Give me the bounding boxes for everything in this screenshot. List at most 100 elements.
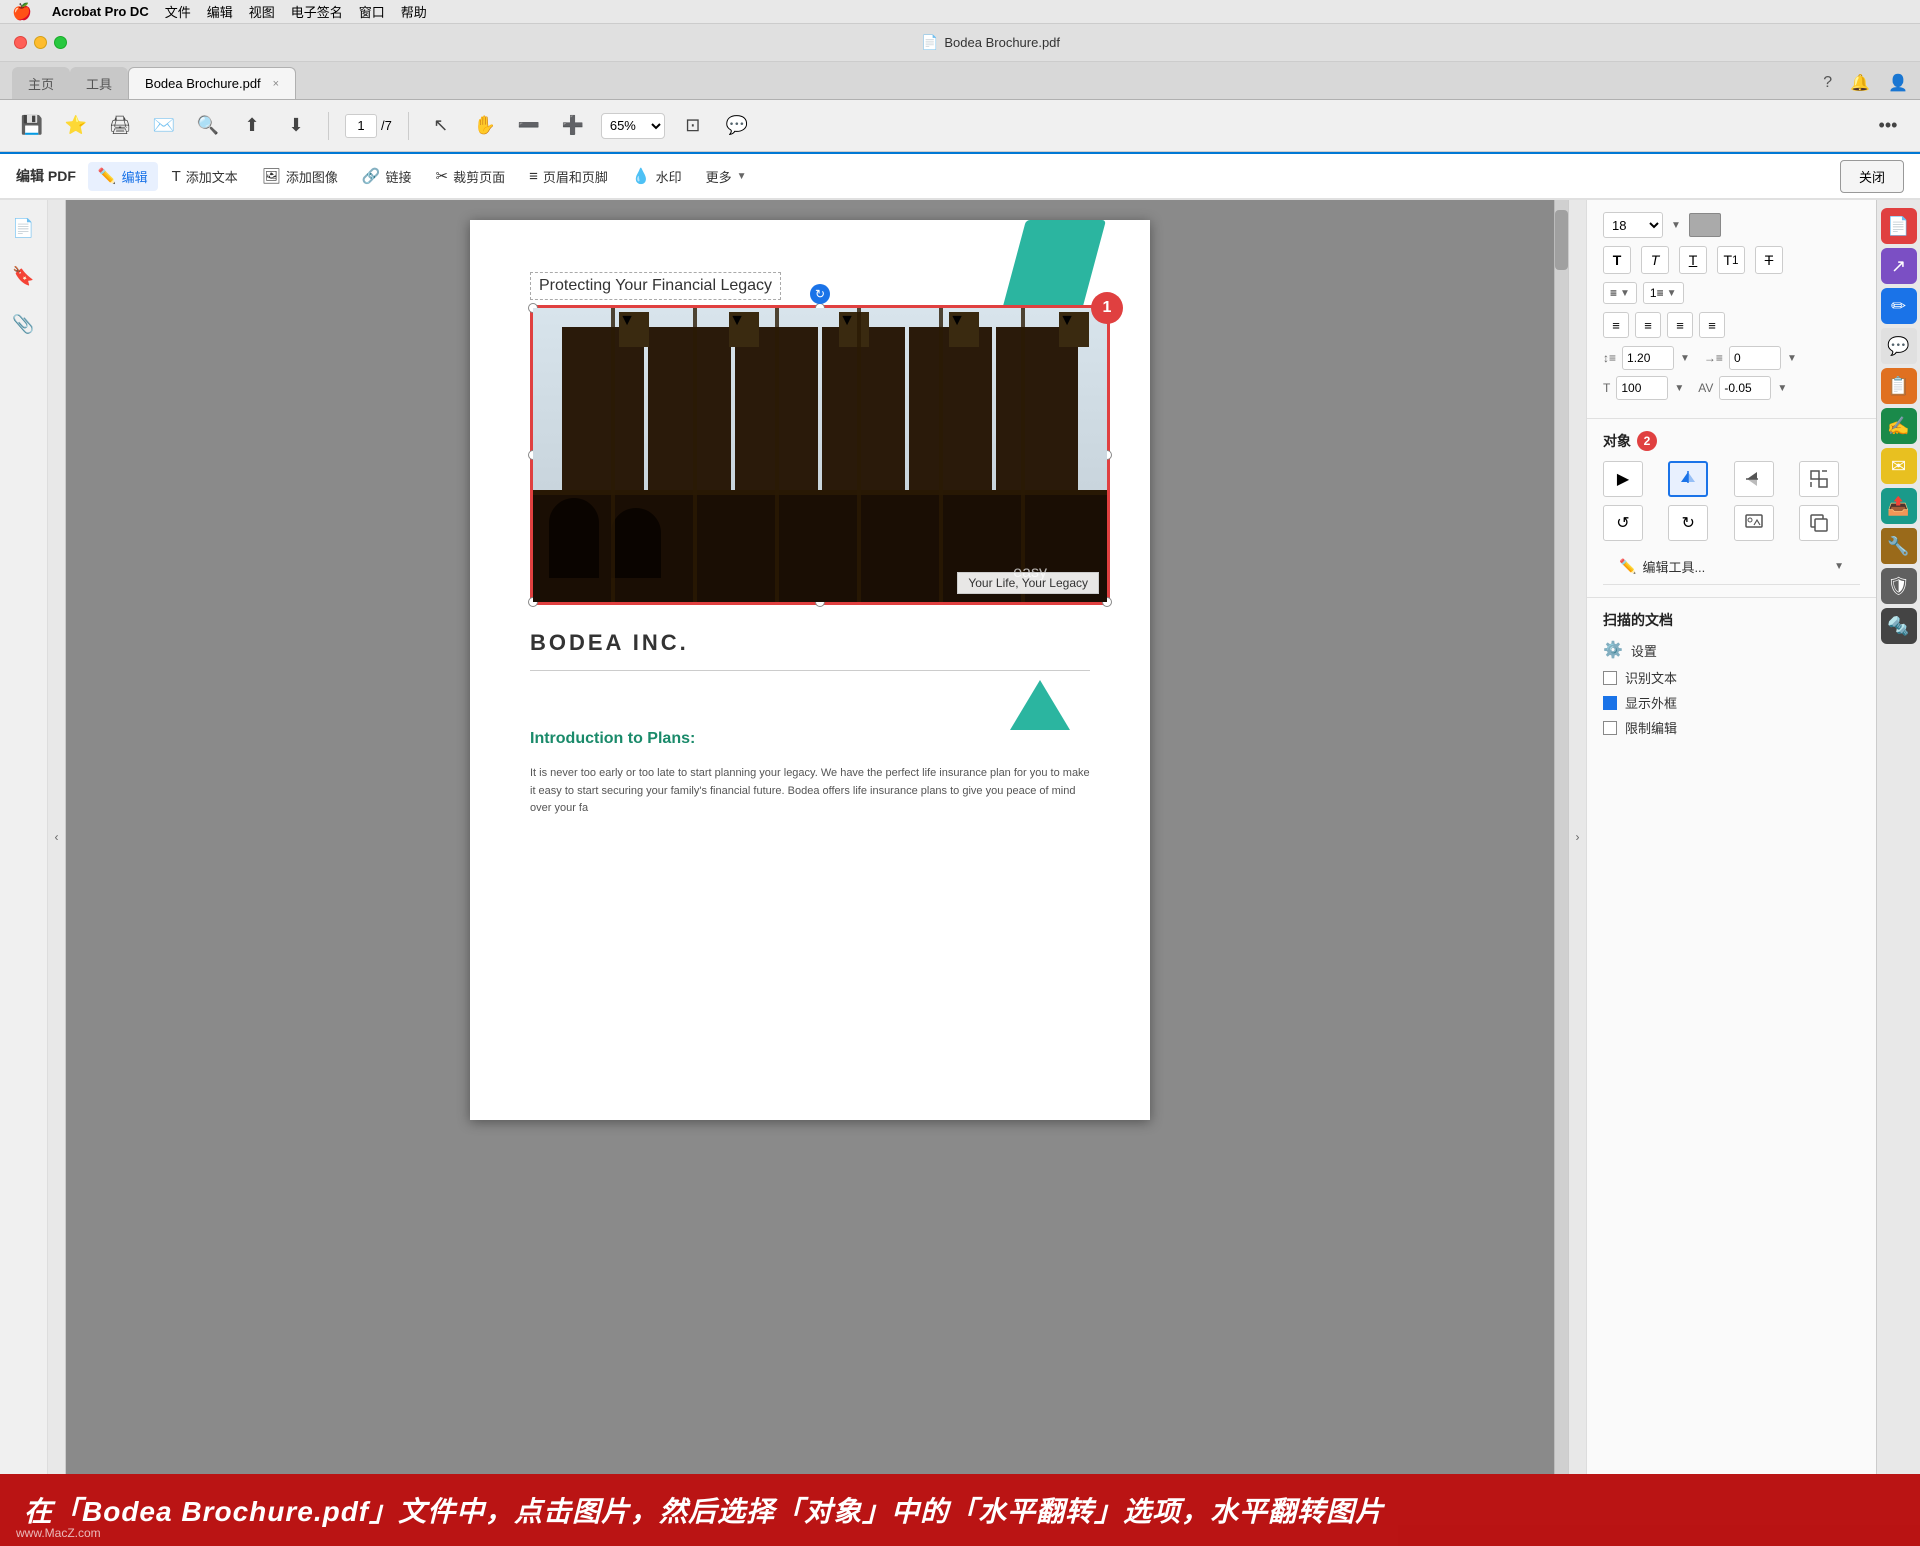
obj-layers-btn[interactable] xyxy=(1799,505,1839,541)
pdf-heading-text[interactable]: Protecting Your Financial Legacy xyxy=(530,272,781,300)
menu-window[interactable]: 窗口 xyxy=(359,2,385,21)
obj-rotate-cw-btn[interactable]: ↻ xyxy=(1668,505,1708,541)
obj-replace-btn[interactable] xyxy=(1734,505,1774,541)
obj-arrange-btn[interactable] xyxy=(1799,461,1839,497)
align-left-btn[interactable]: ≡ xyxy=(1603,312,1629,338)
strikethrough-style-btn[interactable]: T xyxy=(1755,246,1783,274)
minimize-button[interactable] xyxy=(34,36,47,49)
zoom-in-button[interactable]: ➕ xyxy=(557,110,589,142)
strip-tools-icon[interactable]: 🔩 xyxy=(1881,608,1917,644)
line-spacing-input[interactable] xyxy=(1622,346,1674,370)
align-center-btn[interactable]: ≡ xyxy=(1635,312,1661,338)
edit-btn-addimage[interactable]: 🖼 添加图像 xyxy=(252,162,348,191)
app-name[interactable]: Acrobat Pro DC xyxy=(52,4,149,19)
zoom-control[interactable]: 65% 50% 75% 100% xyxy=(601,113,665,139)
menu-edit[interactable]: 编辑 xyxy=(207,2,233,21)
strip-fill-sign-icon[interactable]: ✍ xyxy=(1881,408,1917,444)
menu-help[interactable]: 帮助 xyxy=(401,2,427,21)
strip-more-icon[interactable]: 🔧 xyxy=(1881,528,1917,564)
sidebar-attachment-icon[interactable]: 📎 xyxy=(8,308,40,340)
menu-view[interactable]: 视图 xyxy=(249,2,275,21)
obj-play-btn[interactable]: ▶ xyxy=(1603,461,1643,497)
sidebar-pages-icon[interactable]: 📄 xyxy=(8,212,40,244)
download-button[interactable]: ⬇ xyxy=(280,110,312,142)
intro-heading: Introduction to Plans: xyxy=(530,730,695,748)
alignment-row: ≡ ≡ ≡ ≡ xyxy=(1603,312,1860,338)
edit-btn-crop[interactable]: ✂ 裁剪页面 xyxy=(426,162,516,191)
zoom-select[interactable]: 65% 50% 75% 100% xyxy=(601,113,665,139)
obj-flip-vertical-btn[interactable] xyxy=(1734,461,1774,497)
strip-protect-icon[interactable]: 🛡 xyxy=(1881,568,1917,604)
font-color-swatch[interactable] xyxy=(1689,213,1721,237)
font-size-select[interactable]: 18 12 14 24 xyxy=(1603,212,1663,238)
apple-menu[interactable]: 🍎 xyxy=(12,2,32,22)
obj-flip-horizontal-btn[interactable] xyxy=(1668,461,1708,497)
menu-esign[interactable]: 电子签名 xyxy=(291,2,343,21)
strip-comment-icon[interactable]: 💬 xyxy=(1881,328,1917,364)
tab-file[interactable]: Bodea Brochure.pdf × xyxy=(128,67,296,99)
page-number-input[interactable] xyxy=(345,114,377,138)
bookmark-button[interactable]: ⭐ xyxy=(60,110,92,142)
panel-collapse-right[interactable]: › xyxy=(1568,200,1586,1474)
maximize-button[interactable] xyxy=(54,36,67,49)
close-edit-button[interactable]: 关闭 xyxy=(1840,160,1904,193)
bullet-list-btn[interactable]: ≡ ▼ xyxy=(1603,282,1637,304)
scroll-thumb[interactable] xyxy=(1555,210,1568,270)
comment-panel-button[interactable]: 💬 xyxy=(721,110,753,142)
edit-tools-row[interactable]: ✏️ 编辑工具... ▼ xyxy=(1603,549,1860,585)
numbered-list-btn[interactable]: 1≡ ▼ xyxy=(1643,282,1684,304)
zoom-out-button[interactable]: ➖ xyxy=(513,110,545,142)
panel-collapse-left[interactable]: ‹ xyxy=(48,200,66,1474)
tab-home[interactable]: 主页 xyxy=(12,67,70,99)
account-icon[interactable]: 👤 xyxy=(1888,73,1908,93)
strip-edit-pdf-icon[interactable]: ✏ xyxy=(1881,288,1917,324)
align-right-btn[interactable]: ≡ xyxy=(1667,312,1693,338)
help-icon[interactable]: ? xyxy=(1823,74,1832,92)
restrict-edit-checkbox[interactable] xyxy=(1603,721,1617,735)
more-options-button[interactable]: ••• xyxy=(1872,110,1904,142)
strip-send-track-icon[interactable]: 📤 xyxy=(1881,488,1917,524)
edit-btn-edit[interactable]: ✏️ 编辑 xyxy=(88,162,158,191)
print-button[interactable]: 🖨 xyxy=(104,110,136,142)
indent-input[interactable] xyxy=(1729,346,1781,370)
notifications-icon[interactable]: 🔔 xyxy=(1850,73,1870,93)
strip-export-pdf-icon[interactable]: ↗ xyxy=(1881,248,1917,284)
italic-style-btn[interactable]: T xyxy=(1641,246,1669,274)
selected-image[interactable]: 1 ↻ xyxy=(530,305,1110,605)
search-button[interactable]: 🔍 xyxy=(192,110,224,142)
restrict-edit-label: 限制编辑 xyxy=(1625,718,1677,737)
pdf-viewing-area[interactable]: Protecting Your Financial Legacy 1 ↻ xyxy=(66,200,1554,1474)
kerning-input[interactable] xyxy=(1719,376,1771,400)
fit-page-button[interactable]: ⊡ xyxy=(677,110,709,142)
align-justify-btn[interactable]: ≡ xyxy=(1699,312,1725,338)
sidebar-bookmark-icon[interactable]: 🔖 xyxy=(8,260,40,292)
edit-btn-watermark[interactable]: 💧 水印 xyxy=(622,162,692,191)
edit-btn-addtext[interactable]: T 添加文本 xyxy=(162,162,248,191)
list-row: ≡ ▼ 1≡ ▼ xyxy=(1603,282,1860,304)
obj-rotate-ccw-btn[interactable]: ↺ xyxy=(1603,505,1643,541)
save-button[interactable]: 💾 xyxy=(16,110,48,142)
edit-btn-header[interactable]: ≡ 页眉和页脚 xyxy=(519,162,618,191)
strip-request-sign-icon[interactable]: ✉ xyxy=(1881,448,1917,484)
scale-input[interactable] xyxy=(1616,376,1668,400)
underline-style-btn[interactable]: T xyxy=(1679,246,1707,274)
show-outer-checkbox[interactable] xyxy=(1603,696,1617,710)
tab-close-icon[interactable]: × xyxy=(273,78,279,90)
pdf-scrollbar[interactable] xyxy=(1554,200,1568,1474)
settings-row[interactable]: ⚙️ 设置 xyxy=(1603,640,1860,660)
strip-organize-icon[interactable]: 📋 xyxy=(1881,368,1917,404)
bold-style-btn[interactable]: T xyxy=(1603,246,1631,274)
rotate-handle[interactable]: ↻ xyxy=(810,284,830,304)
email-button[interactable]: ✉️ xyxy=(148,110,180,142)
tab-tools[interactable]: 工具 xyxy=(70,67,128,99)
pointer-tool[interactable]: ↖ xyxy=(425,110,457,142)
strip-create-pdf-icon[interactable]: 📄 xyxy=(1881,208,1917,244)
hand-tool[interactable]: ✋ xyxy=(469,110,501,142)
edit-btn-more[interactable]: 更多 ▼ xyxy=(696,162,757,191)
upload-button[interactable]: ⬆ xyxy=(236,110,268,142)
recognize-text-checkbox[interactable] xyxy=(1603,671,1617,685)
close-button[interactable] xyxy=(14,36,27,49)
edit-btn-link[interactable]: 🔗 链接 xyxy=(352,162,422,191)
superscript-style-btn[interactable]: T1 xyxy=(1717,246,1745,274)
menu-file[interactable]: 文件 xyxy=(165,2,191,21)
